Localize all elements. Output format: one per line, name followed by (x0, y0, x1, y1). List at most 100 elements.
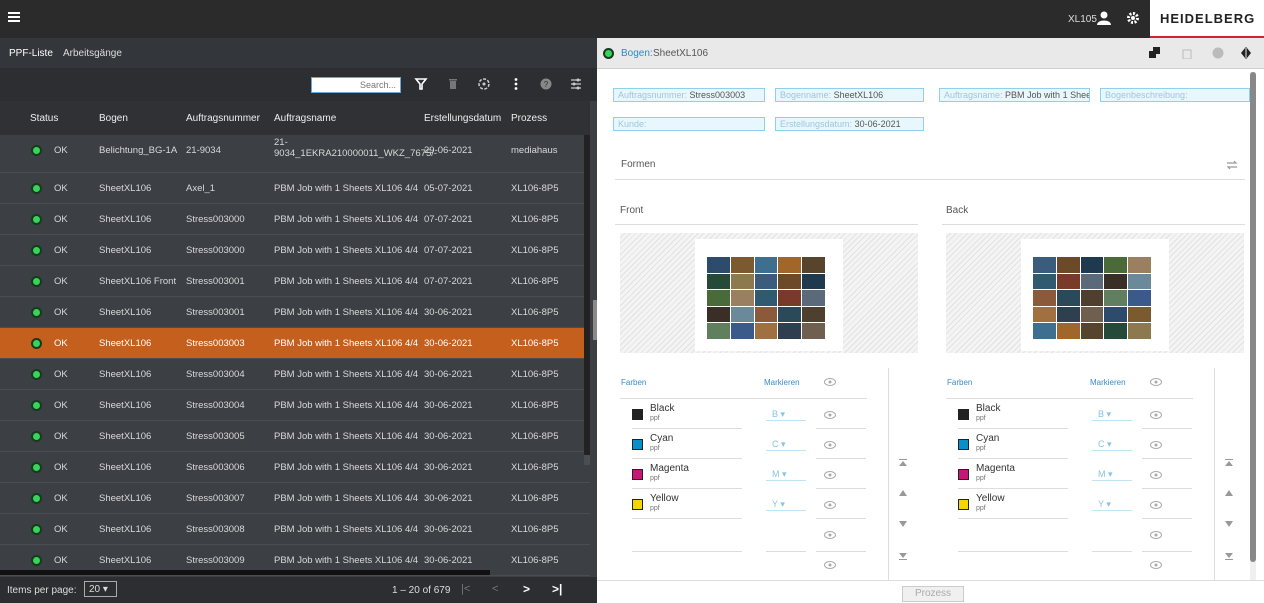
help-icon[interactable]: ? (539, 77, 553, 91)
table-row[interactable]: OK SheetXL106 Axel_1 PBM Job with 1 Sheets … (0, 173, 590, 204)
auftragsname-cell: PBM Job with 1 Sheets XL106 4/4 (274, 338, 419, 349)
help-icon[interactable] (1212, 47, 1224, 59)
col-auftragsname[interactable]: Auftragsname (274, 113, 336, 124)
table-row[interactable]: OK SheetXL106 Stress003004 PBM Job with 1 S… (0, 359, 590, 390)
eye-icon[interactable] (1150, 470, 1162, 480)
status-text: OK (54, 400, 68, 411)
eye-icon[interactable] (824, 377, 836, 387)
ppf-list-panel: PPF-Liste Arbeitsgänge ? Status Bogen Au… (0, 38, 597, 603)
erstellungsdatum-field[interactable]: Erstellungsdatum: 30-06-2021 (775, 117, 924, 131)
table-row[interactable]: OK SheetXL106 Stress003006 PBM Job with 1 S… (0, 452, 590, 483)
status-ok-icon (31, 555, 42, 566)
table-row[interactable]: OK SheetXL106 Stress003004 PBM Job with 1 S… (0, 390, 590, 421)
col-bogen[interactable]: Bogen (99, 113, 128, 124)
table-row[interactable]: OK SheetXL106 Stress003001 PBM Job with 1 S… (0, 297, 590, 328)
filter-icon[interactable] (414, 77, 428, 91)
eye-icon[interactable] (824, 410, 836, 420)
mark-select-black[interactable]: B ▾ (1092, 407, 1132, 421)
divider (958, 551, 1068, 552)
back-preview[interactable] (946, 233, 1244, 353)
eye-icon[interactable] (824, 440, 836, 450)
gear-icon[interactable] (1126, 11, 1140, 25)
move-bottom-icon[interactable] (898, 551, 908, 561)
auftragsname-cell: PBM Job with 1 Sheets XL106 4/4 (274, 245, 419, 256)
eye-icon[interactable] (1150, 410, 1162, 420)
mark-select-yellow[interactable]: Y ▾ (766, 497, 806, 511)
image-tile (802, 323, 825, 339)
expand-collapse-icon[interactable] (1240, 47, 1252, 59)
back-label: Back (946, 205, 969, 216)
tab-bar: PPF-Liste Arbeitsgänge (0, 38, 597, 69)
first-page-icon[interactable]: |< (461, 583, 470, 595)
user-icon[interactable] (1096, 11, 1112, 25)
auftragsname-field[interactable]: Auftragsname: PBM Job with 1 Shee (939, 88, 1090, 102)
col-auftragsnummer[interactable]: Auftragsnummer (186, 113, 260, 124)
status-text: OK (54, 431, 68, 442)
col-erstellungsdatum[interactable]: Erstellungsdatum (424, 113, 501, 124)
move-bottom-icon[interactable] (1224, 551, 1234, 561)
move-down-icon[interactable] (1224, 519, 1234, 529)
erstellungsdatum-cell: 30-06-2021 (424, 524, 473, 535)
more-icon[interactable] (509, 77, 523, 91)
mark-select-magenta[interactable]: M ▾ (766, 467, 806, 481)
duplicate-icon[interactable] (1149, 47, 1161, 59)
tab-ppf-liste[interactable]: PPF-Liste (9, 48, 53, 59)
front-preview[interactable] (620, 233, 918, 353)
table-row[interactable]: OK SheetXL106 Stress003003 PBM Job with 1 S… (0, 328, 590, 359)
bogenbeschreibung-field[interactable]: Bogenbeschreibung: (1100, 88, 1250, 102)
move-up-icon[interactable] (1224, 488, 1234, 498)
table-row[interactable]: OK SheetXL106 Stress003000 PBM Job with 1 S… (0, 235, 590, 266)
eye-icon[interactable] (824, 470, 836, 480)
tab-arbeitsgaenge[interactable]: Arbeitsgänge (63, 48, 122, 59)
mark-select-black[interactable]: B ▾ (766, 407, 806, 421)
prozess-cell: XL106-8P5 (511, 276, 559, 287)
auftragsnummer-cell: Stress003001 (186, 307, 245, 318)
horizontal-scrollbar[interactable] (0, 570, 490, 575)
table-row[interactable]: OK SheetXL106 Stress003008 PBM Job with 1 S… (0, 514, 590, 545)
mark-select-cyan[interactable]: C ▾ (1092, 437, 1132, 451)
eye-icon[interactable] (1150, 560, 1162, 570)
table-row[interactable]: OK Belichtung_BG-1A 21-9034 21-9034_1EKRA21… (0, 135, 590, 173)
table-row[interactable]: OK SheetXL106 Stress003007 PBM Job with 1 S… (0, 483, 590, 514)
move-top-icon[interactable] (898, 458, 908, 468)
delete-icon[interactable] (446, 77, 460, 91)
move-down-icon[interactable] (898, 519, 908, 529)
eye-icon[interactable] (1150, 377, 1162, 387)
kunde-field[interactable]: Kunde: (613, 117, 765, 131)
search-input[interactable] (311, 77, 401, 93)
col-prozess[interactable]: Prozess (511, 113, 547, 124)
table-row[interactable]: OK SheetXL106 Stress003000 PBM Job with 1 S… (0, 204, 590, 235)
refresh-icon[interactable] (477, 77, 491, 91)
table-row[interactable]: OK SheetXL106 Front Stress003001 PBM Job wi… (0, 266, 590, 297)
mark-select-cyan[interactable]: C ▾ (766, 437, 806, 451)
table-scrollbar[interactable] (584, 135, 590, 465)
last-page-icon[interactable]: >| (552, 582, 562, 596)
eye-icon[interactable] (824, 560, 836, 570)
items-per-page-select[interactable]: 20 ▾ (84, 581, 117, 597)
detail-scrollbar[interactable] (1250, 72, 1256, 580)
swap-icon[interactable] (1225, 159, 1239, 171)
color-swatch-black (958, 409, 969, 420)
move-up-icon[interactable] (898, 488, 908, 498)
move-top-icon[interactable] (1224, 458, 1234, 468)
dropdown-caret-icon: ▾ (1107, 439, 1112, 449)
eye-icon[interactable] (824, 530, 836, 540)
eye-icon[interactable] (1150, 500, 1162, 510)
eye-icon[interactable] (824, 500, 836, 510)
auftragsnummer-field[interactable]: Auftragsnummer: Stress003003 (613, 88, 765, 102)
mark-select-yellow[interactable]: Y ▾ (1092, 497, 1132, 511)
next-page-icon[interactable]: > (523, 582, 530, 596)
prev-page-icon[interactable]: < (492, 583, 498, 595)
erstellungsdatum-label: Erstellungsdatum: (780, 119, 853, 129)
column-settings-icon[interactable] (569, 77, 583, 91)
menu-icon[interactable] (8, 12, 20, 22)
eye-icon[interactable] (1150, 530, 1162, 540)
mark-select-magenta[interactable]: M ▾ (1092, 467, 1132, 481)
bogenname-field[interactable]: Bogenname: SheetXL106 (775, 88, 924, 102)
col-status[interactable]: Status (30, 113, 58, 124)
status-dot-icon (603, 48, 614, 59)
prozess-button[interactable]: Prozess (902, 586, 964, 602)
eye-icon[interactable] (1150, 440, 1162, 450)
table-row[interactable]: OK SheetXL106 Stress003005 PBM Job with 1 S… (0, 421, 590, 452)
delete-icon[interactable] (1181, 47, 1193, 59)
